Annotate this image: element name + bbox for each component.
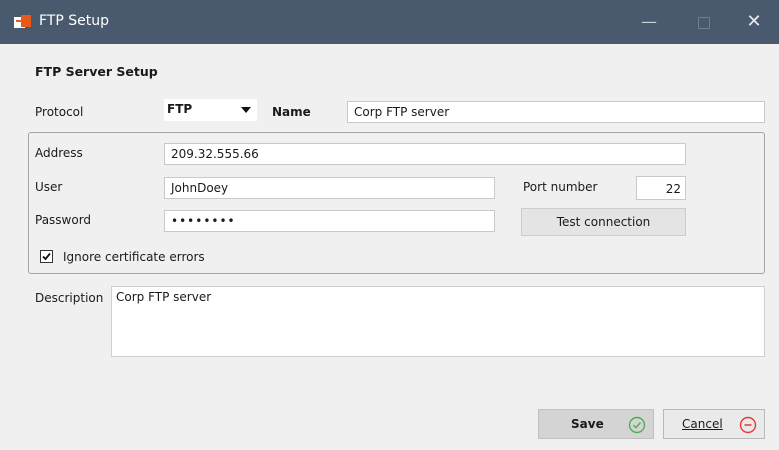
name-input[interactable]: Corp FTP server <box>347 101 765 123</box>
description-label: Description <box>35 291 104 305</box>
address-label: Address <box>35 146 83 160</box>
checkmark-circle-icon <box>628 416 646 437</box>
test-connection-button[interactable]: Test connection <box>521 208 686 236</box>
minimize-button[interactable]: — <box>634 10 664 34</box>
address-input[interactable]: 209.32.555.66 <box>164 143 686 165</box>
user-label: User <box>35 180 63 194</box>
save-button[interactable]: Save <box>538 409 654 439</box>
cancel-label: Cancel <box>682 417 723 431</box>
password-input[interactable]: •••••••• <box>164 210 495 232</box>
description-textarea[interactable]: Corp FTP server <box>111 286 765 357</box>
password-label: Password <box>35 213 92 227</box>
checkmark-icon <box>42 252 51 261</box>
name-label: Name <box>272 105 311 119</box>
port-label: Port number <box>523 180 598 194</box>
window-title: FTP Setup <box>39 13 109 29</box>
protocol-select[interactable]: FTP <box>164 99 257 121</box>
ignore-cert-label[interactable]: Ignore certificate errors <box>63 250 205 264</box>
section-title: FTP Server Setup <box>35 64 158 79</box>
user-input[interactable]: JohnDoey <box>164 177 495 199</box>
maximize-icon <box>698 17 710 29</box>
protocol-value: FTP <box>167 102 193 116</box>
title-bar: FTP Setup — ✕ <box>0 0 779 44</box>
protocol-label: Protocol <box>35 105 84 119</box>
close-button[interactable]: ✕ <box>739 10 769 34</box>
cancel-button[interactable]: Cancel <box>663 409 765 439</box>
save-label: Save <box>571 417 604 431</box>
minus-circle-icon <box>739 416 757 437</box>
maximize-button[interactable] <box>689 10 719 34</box>
chevron-down-icon <box>241 107 251 113</box>
ignore-cert-checkbox[interactable] <box>40 250 53 263</box>
ftp-app-icon <box>13 14 33 30</box>
port-input[interactable]: 22 <box>636 176 686 200</box>
